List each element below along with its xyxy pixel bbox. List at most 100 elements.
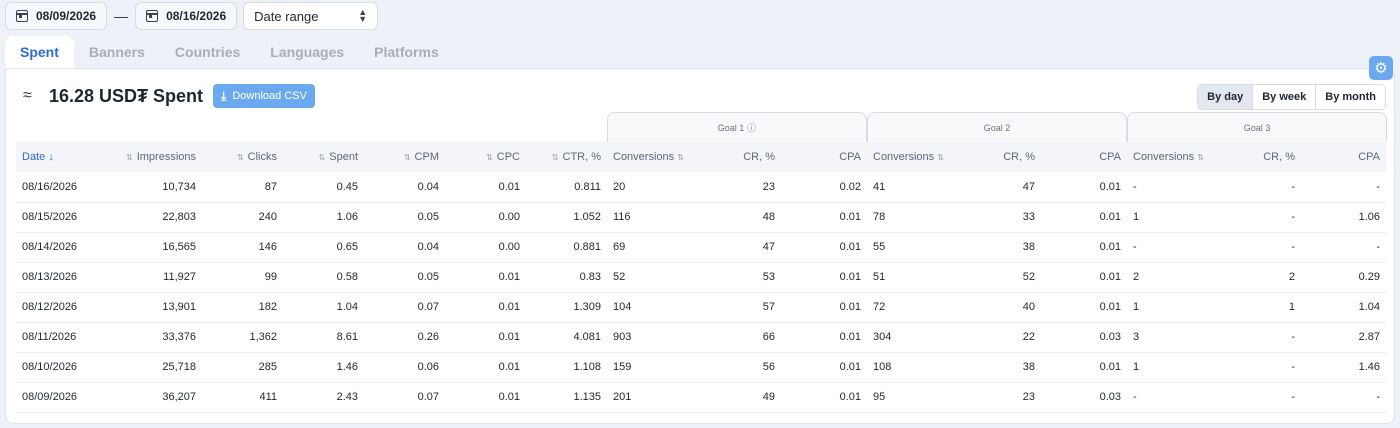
table-cell: 16,565	[162, 241, 196, 253]
table-cell: 38	[1022, 361, 1035, 373]
tab-countries[interactable]: Countries	[160, 36, 255, 68]
table-cell: 66	[762, 331, 775, 343]
table-cell: 0.29	[1358, 271, 1380, 283]
table-cell: 13,901	[162, 301, 196, 313]
table-cell: 0.01	[498, 361, 520, 373]
table-cell: 08/14/2026	[22, 241, 78, 253]
col-header-goal1-conversions[interactable]: Conversions ⇅	[607, 142, 694, 172]
table-cell: 201	[613, 391, 632, 403]
table-cell: 08/13/2026	[22, 271, 78, 283]
table-cell: -	[1291, 361, 1295, 373]
by-month-button[interactable]: By month	[1315, 85, 1385, 109]
table-cell: -	[1291, 391, 1295, 403]
table-cell: 0.01	[839, 331, 861, 343]
col-header-clicks[interactable]: ⇅ Clicks	[202, 142, 283, 172]
table-cell: 2	[1288, 271, 1295, 283]
table-cell: 52	[613, 271, 626, 283]
goal-3-label: Goal 3	[1243, 122, 1271, 133]
table-cell: 0.05	[417, 211, 439, 223]
table-cell: 0.01	[839, 271, 861, 283]
date-from-button[interactable]: 08/09/2026	[5, 2, 108, 30]
col-header-date[interactable]: Date ↓	[16, 142, 96, 172]
table-cell: -	[1133, 241, 1137, 253]
table-header-row: Date ↓ ⇅ Impressions ⇅ Clicks ⇅ Spent ⇅ CPM …	[16, 142, 1386, 172]
table-cell: -	[1376, 391, 1380, 403]
table-cell: 0.01	[839, 391, 861, 403]
table-cell: 33	[1022, 211, 1035, 223]
tab-spent[interactable]: Spent	[5, 36, 74, 68]
table-cell: 0.01	[498, 271, 520, 283]
table-cell: 304	[873, 331, 892, 343]
table-row: 08/10/2026 25,718 285 1.46 0.06 0.01 1.108 159 5…	[16, 352, 1386, 382]
by-day-button[interactable]: By day	[1198, 85, 1253, 109]
table-cell: 2.87	[1358, 331, 1380, 343]
select-arrows-icon: ▲ ▼	[358, 7, 368, 24]
table-cell: -	[1133, 180, 1137, 193]
col-header-cpm[interactable]: ⇅ CPM	[364, 142, 445, 172]
table-cell: 240	[258, 211, 277, 223]
table-cell: 1.06	[1358, 211, 1380, 223]
stats-table: Date ↓ ⇅ Impressions ⇅ Clicks ⇅ Spent ⇅ CPM …	[16, 142, 1386, 413]
table-cell: 95	[873, 391, 886, 403]
stats-panel: ≈ 16.28 USD₮ Spent ⤓ Download CSV By day…	[5, 68, 1395, 424]
goal-2-header: Goal 2	[867, 112, 1127, 142]
sort-icon: ⇅	[126, 153, 133, 162]
table-cell: 38	[1022, 241, 1035, 253]
spent-headline: ≈ 16.28 USD₮ Spent ⤓ Download CSV	[23, 84, 315, 108]
date-range-select[interactable]: Date range ▲ ▼	[243, 2, 379, 30]
table-cell: 0.01	[1099, 180, 1121, 193]
by-week-button[interactable]: By week	[1252, 85, 1316, 109]
col-header-goal2-cr: CR, %	[1003, 151, 1035, 163]
col-header-impressions[interactable]: ⇅ Impressions	[96, 142, 202, 172]
table-cell: 1.06	[336, 211, 358, 223]
goal-headers: Goal 1 ⓘ Goal 2 Goal 3	[607, 112, 1387, 142]
table-cell: 1	[1133, 361, 1140, 373]
date-from-value: 08/09/2026	[36, 9, 97, 23]
tab-languages[interactable]: Languages	[255, 36, 359, 68]
col-header-goal3-conversions[interactable]: Conversions ⇅	[1127, 142, 1214, 172]
col-header-goal2-conversions[interactable]: Conversions ⇅	[867, 142, 954, 172]
table-cell: 0.01	[498, 331, 520, 343]
table-cell: 69	[613, 241, 626, 253]
table-cell: 56	[762, 361, 775, 373]
table-cell: 08/12/2026	[22, 301, 78, 313]
col-header-goal1-cpa: CPA	[839, 151, 861, 163]
table-cell: 903	[613, 331, 632, 343]
settings-gear-icon[interactable]: ⚙	[1369, 56, 1393, 80]
table-cell: -	[1133, 391, 1137, 403]
table-cell: -	[1291, 241, 1295, 253]
help-icon[interactable]: ⓘ	[747, 121, 756, 134]
table-cell: 1.309	[573, 301, 601, 313]
sort-icon: ⇅	[937, 153, 944, 162]
table-cell: 2	[1133, 271, 1140, 283]
table-cell: 0.01	[1099, 241, 1121, 253]
table-row: 08/14/2026 16,565 146 0.65 0.04 0.00 0.881 69 47…	[16, 232, 1386, 262]
table-cell: -	[1376, 180, 1380, 193]
table-cell: 1	[1133, 301, 1140, 313]
col-header-ctr[interactable]: ⇅ CTR, %	[526, 142, 607, 172]
tab-platforms[interactable]: Platforms	[359, 36, 454, 68]
table-cell: 1.108	[573, 361, 601, 373]
table-cell: 8.61	[336, 331, 358, 343]
table-body: 08/16/2026 10,734 87 0.45 0.04 0.01 0.811 20 23 0…	[16, 172, 1386, 412]
table-cell: 1.46	[1358, 361, 1380, 373]
table-cell: 0.01	[839, 241, 861, 253]
tab-banners[interactable]: Banners	[74, 36, 160, 68]
col-header-goal2-cpa: CPA	[1099, 151, 1121, 163]
table-cell: 53	[762, 271, 775, 283]
table-cell: 146	[258, 241, 277, 253]
table-cell: 22	[1022, 331, 1035, 343]
table-cell: 0.03	[1099, 391, 1121, 403]
date-to-button[interactable]: 08/16/2026	[135, 2, 238, 30]
table-cell: 72	[873, 301, 886, 313]
col-header-spent[interactable]: ⇅ Spent	[283, 142, 364, 172]
table-row: 08/13/2026 11,927 99 0.58 0.05 0.01 0.83 52 53 0.…	[16, 262, 1386, 292]
table-cell: 51	[873, 271, 886, 283]
download-csv-button[interactable]: ⤓ Download CSV	[213, 84, 315, 108]
table-cell: 0.01	[1099, 211, 1121, 223]
total-spent: 16.28 USD₮ Spent	[49, 85, 204, 106]
table-cell: 1.04	[1358, 301, 1380, 313]
col-header-cpc[interactable]: ⇅ CPC	[445, 142, 526, 172]
table-row: 08/09/2026 36,207 411 2.43 0.07 0.01 1.135 201 4…	[16, 382, 1386, 412]
table-cell: -	[1291, 211, 1295, 223]
